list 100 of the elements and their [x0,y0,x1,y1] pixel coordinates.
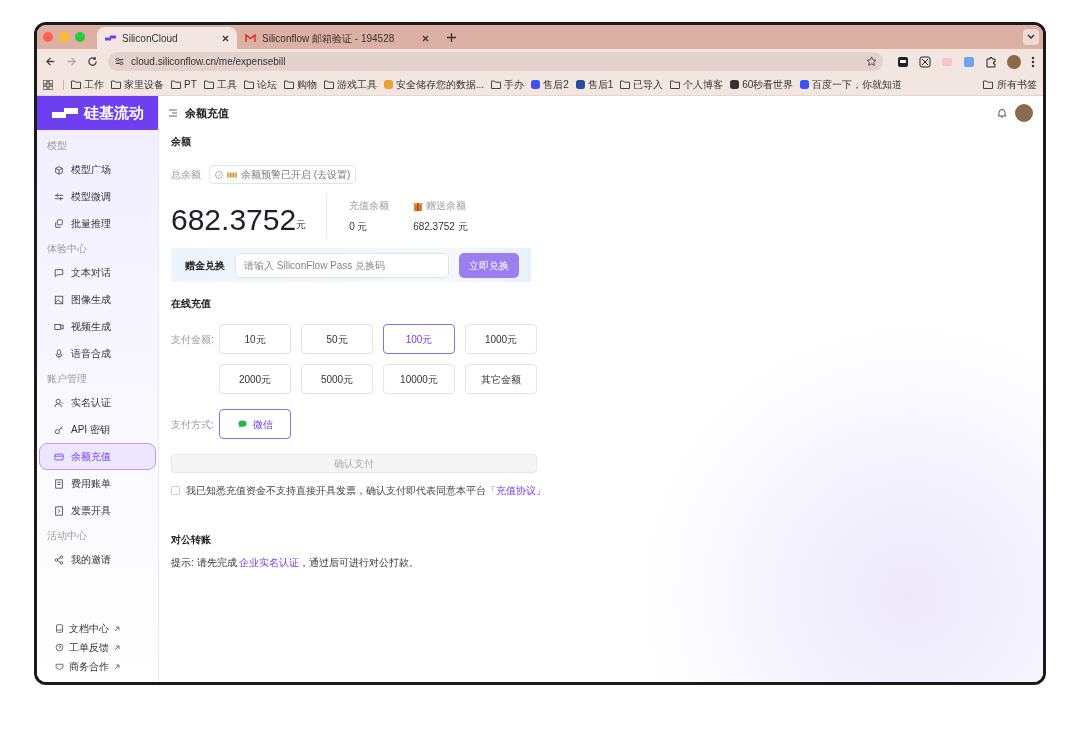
back-icon[interactable] [45,56,56,67]
hint-text: 提示: 请先完成 企业实名认证，通过后可进行对公打款。 [171,556,421,570]
payment-option[interactable]: 微信 [219,409,291,439]
amount-option[interactable]: 2000元 [219,364,291,394]
browser-tab[interactable]: SiliconCloud [97,27,237,49]
amount-option[interactable]: 10000元 [383,364,455,394]
bookmark-item[interactable]: 售后2 [531,77,569,92]
bookmark-item[interactable]: 售后1 [575,77,614,92]
sliders-icon [54,191,64,202]
close-tab-icon[interactable] [222,34,229,42]
bookmark-item[interactable]: 游戏工具 [323,77,377,92]
amount-option[interactable]: 10元 [219,324,291,354]
amount-option[interactable]: 100元 [383,324,455,354]
image-icon [54,294,64,305]
bookmark-item[interactable]: 百度一下，你就知道 [800,77,903,92]
close-tab-icon[interactable] [422,34,429,42]
bookmark-item[interactable]: 工作 [71,77,104,92]
section-heading: 账户管理 [46,371,88,386]
site-settings-icon[interactable] [114,56,125,67]
alert-badge[interactable]: 余额预警已开启 (去设置) [209,165,357,184]
agreement-link[interactable]: 「充值协议」 [486,485,546,496]
amount-option[interactable]: 50元 [301,324,373,354]
redeem-code-field[interactable]: 请输入 SiliconFlow Pass 兑换码 [235,252,449,278]
bookmark-item[interactable]: 手办 [491,77,525,92]
layers-icon [54,218,64,229]
external-link-icon [114,625,120,632]
mail-icon [245,34,256,42]
menu-icon[interactable] [1031,55,1035,68]
document-icon [54,505,64,516]
puzzle-icon[interactable] [985,55,997,68]
bookmark-item[interactable]: 已导入 [620,77,664,92]
sidebar-item[interactable]: 实名认证 [39,389,156,416]
extension-icon[interactable] [897,55,909,68]
external-link-icon [114,644,120,651]
gift-icon [413,200,424,211]
sidebar-item[interactable]: 图像生成 [39,286,156,313]
field-label: 总余额 [171,168,201,182]
logo-icon [105,35,116,41]
site-icon [383,80,393,89]
site-icon [575,80,585,89]
star-icon[interactable] [866,56,877,67]
site-icon [730,80,740,89]
sidebar-item[interactable]: 余额充值 [39,443,156,470]
footer-link[interactable]: 商务合作 [55,659,158,674]
book-icon [55,624,64,633]
bell-icon[interactable] [997,108,1007,118]
bookmark-item[interactable]: 60秒看世界 [730,77,794,92]
footer-link[interactable]: 工单反馈 [55,640,158,655]
browser-tab[interactable]: Siliconflow 邮箱验证 - 194528 [237,27,437,49]
bookmark-item[interactable]: 论坛 [243,77,277,92]
sidebar-item[interactable]: 文本对话 [39,259,156,286]
section-heading: 余额 [171,135,192,149]
agreement-checkbox[interactable] [171,486,180,495]
bookmark-item[interactable]: 安全储存您的数据... [383,77,485,92]
folder-icon [491,80,502,89]
bookmark-item[interactable]: 工具 [203,77,237,92]
bookmark-item[interactable]: PT [171,77,197,92]
folder-icon [983,80,993,89]
bookmark-item[interactable]: 个人博客 [670,77,724,92]
sidebar-item[interactable]: 模型微调 [39,183,156,210]
external-link-icon [114,663,120,670]
folder-icon [111,80,121,89]
credit-card-icon [54,451,64,462]
section-heading: 在线充值 [171,297,212,311]
sidebar-item[interactable]: 我的邀请 [39,546,156,573]
user-avatar[interactable] [1015,104,1033,122]
reload-icon[interactable] [87,56,98,67]
sidebar-item[interactable]: 批量推理 [39,210,156,237]
document-icon [54,478,64,489]
sidebar-item[interactable]: 费用账单 [39,470,156,497]
bookmark-item[interactable]: 家里设备 [111,77,164,92]
bookmark-item[interactable]: 所有书签 [983,77,1037,92]
apps-grid-icon[interactable] [43,79,53,90]
help-circle-icon [55,643,64,652]
sidebar-item[interactable]: 语音合成 [39,340,156,367]
tab-list-icon[interactable] [1023,29,1039,45]
folder-icon [323,80,334,89]
field-label: 支付金额: [171,333,215,347]
sidebar-item[interactable]: 视频生成 [39,313,156,340]
person-icon [54,397,64,408]
amount-option[interactable]: 1000元 [465,324,537,354]
verification-link[interactable]: 企业实名认证 [239,557,300,568]
address-bar[interactable]: cloud.siliconflow.cn/me/expensebill [108,52,883,71]
sidebar-item[interactable]: 发票开具 [39,497,156,524]
folder-icon [670,80,681,89]
new-tab-icon[interactable] [447,32,456,42]
cube-icon [54,164,64,175]
bookmark-item[interactable]: 购物 [283,77,317,92]
footer-link[interactable]: 文档中心 [55,621,158,636]
amount-option[interactable]: 5000元 [301,364,373,394]
sidebar-item[interactable]: API 密钥 [39,416,156,443]
microphone-icon [54,348,64,359]
profile-avatar[interactable] [1007,54,1021,69]
sidebar-item[interactable]: 模型广场 [39,156,156,183]
amount-option[interactable]: 其它金额 [465,364,537,394]
chat-bubble-icon [54,267,64,278]
logo[interactable]: 硅基流动 [37,96,158,130]
url-text: cloud.siliconflow.cn/me/expensebill [131,55,287,69]
field-value: 682.3752 元 [413,220,468,234]
extension-icon[interactable] [919,55,931,68]
